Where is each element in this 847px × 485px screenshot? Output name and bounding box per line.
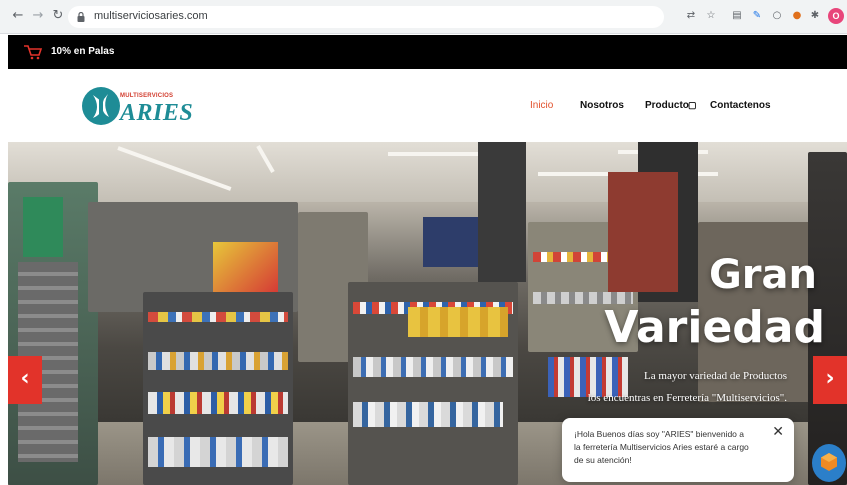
hero-subtitle-line1: La mayor variedad de Productos — [644, 370, 787, 382]
product-row — [353, 402, 503, 427]
product-display — [608, 172, 678, 292]
product-row — [548, 357, 628, 397]
chat-message: ¡Hola Buenos días soy "ARIES" bienvenido… — [574, 429, 749, 465]
dropdown-icon[interactable]: ▢ — [688, 100, 697, 111]
browser-toolbar: ← → ↻ multiserviciosaries.com ⇄ ☆ ▤ ✎ ○ … — [0, 0, 847, 34]
product-row — [23, 197, 63, 257]
nav-item-nosotros[interactable]: Nosotros — [580, 100, 624, 111]
lock-icon — [77, 12, 85, 22]
product-row — [353, 357, 513, 377]
logo-mark-icon — [82, 87, 120, 125]
product-display — [423, 217, 478, 267]
back-icon[interactable]: ← — [10, 8, 26, 24]
reload-icon[interactable]: ↻ — [50, 8, 66, 24]
product-row — [148, 352, 288, 370]
product-row — [148, 392, 288, 414]
translate-icon[interactable]: ⇄ — [684, 9, 698, 23]
logo-title: ARIES — [120, 100, 194, 126]
hero-subtitle-line2: los encuentras en Ferretería "Multiservi… — [587, 392, 787, 404]
chat-bot-icon — [821, 453, 837, 471]
profile-avatar[interactable]: O — [828, 8, 844, 24]
promo-bar: 10% en Palas — [8, 35, 847, 69]
site-logo[interactable]: MULTISERVICIOS ARIES — [80, 83, 194, 129]
product-row — [148, 312, 288, 322]
store-pillar — [478, 142, 526, 282]
product-row — [148, 437, 288, 467]
extension-pen-icon[interactable]: ✎ — [750, 9, 764, 23]
extension-circle-icon[interactable]: ○ — [770, 9, 784, 23]
nav-item-inicio[interactable]: Inicio — [530, 100, 553, 111]
nav-item-producto[interactable]: Producto — [645, 100, 689, 111]
extensions-puzzle-icon[interactable]: ✱ — [808, 9, 822, 23]
url-text: multiserviciosaries.com — [94, 10, 208, 22]
hero-title-line2: Variedad — [604, 302, 825, 353]
site-header: MULTISERVICIOS ARIES Inicio Nosotros Pro… — [8, 69, 847, 142]
slider-next-button[interactable]: › — [813, 356, 847, 404]
product-row — [408, 307, 508, 337]
chat-popup: ¡Hola Buenos días soy "ARIES" bienvenido… — [562, 418, 794, 482]
hero-title-line1: Gran — [708, 252, 817, 298]
cart-icon — [24, 45, 43, 60]
chat-launcher-button[interactable] — [812, 444, 846, 482]
chat-close-button[interactable]: ✕ — [772, 424, 784, 440]
product-display — [213, 242, 278, 292]
extension-fire-icon[interactable]: ● — [790, 9, 804, 23]
forward-icon[interactable]: → — [30, 8, 46, 24]
nav-item-contactenos[interactable]: Contactenos — [710, 100, 771, 111]
promo-text[interactable]: 10% en Palas — [51, 46, 114, 57]
bookmark-star-icon[interactable]: ☆ — [704, 9, 718, 23]
address-bar[interactable]: multiserviciosaries.com — [68, 6, 664, 28]
logo-subtitle: MULTISERVICIOS — [120, 93, 174, 99]
extension-reader-icon[interactable]: ▤ — [730, 9, 744, 23]
slider-prev-button[interactable]: ‹ — [8, 356, 42, 404]
